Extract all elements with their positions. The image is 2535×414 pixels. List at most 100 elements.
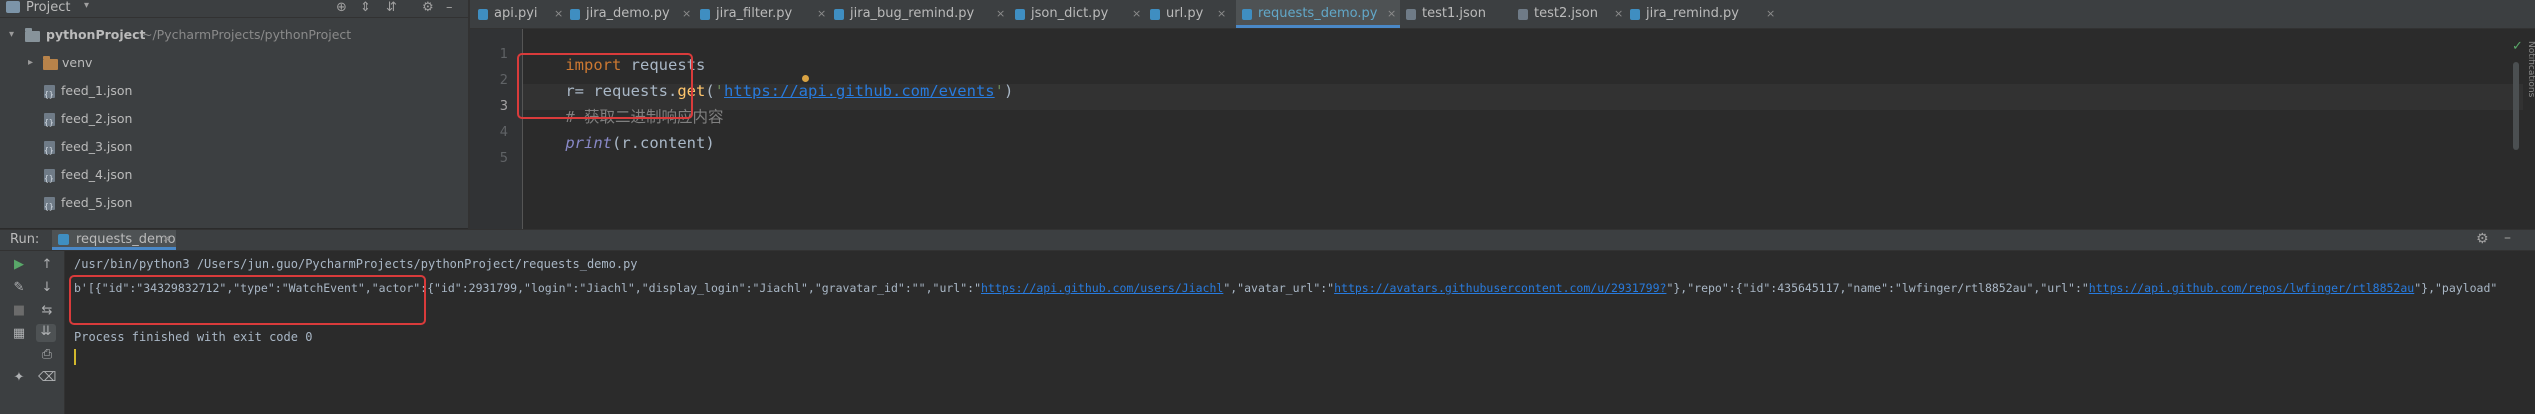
tab-jira-demo[interactable]: jira_demo.py × (570, 0, 696, 28)
tab-jira-remind[interactable]: jira_remind.py × (1630, 0, 1780, 28)
gear-icon[interactable]: ⚙ (2476, 231, 2489, 247)
tree-item-feed-5[interactable]: feed_5.json (0, 192, 468, 218)
python-file-icon (58, 234, 69, 245)
close-icon[interactable]: × (996, 0, 1005, 28)
stop-icon[interactable]: ■ (10, 303, 28, 319)
tree-item-feed-1[interactable]: feed_1.json (0, 80, 468, 106)
expand-icon[interactable]: ⇵ (386, 0, 397, 15)
tab-label: requests_demo.py (1258, 6, 1378, 21)
notifications-label[interactable]: Notifications (2522, 41, 2535, 97)
tab-label: url.py (1166, 6, 1204, 21)
json-file-icon (1406, 9, 1416, 20)
editor-tabbar: api.pyi × jira_demo.py × jira_filter.py … (470, 0, 2535, 29)
soft-wrap-icon[interactable]: ⇆ (38, 303, 56, 319)
line-number: 4 (499, 125, 508, 140)
tab-test2-json[interactable]: test2.json × (1518, 0, 1628, 28)
run-toolbar: ▶ ↑ ✎ ↓ ■ ⇆ ▦ ⇊ ⎙ ✦ ⌫ (0, 251, 65, 414)
output-link[interactable]: https://avatars.githubusercontent.com/u/… (1334, 281, 1666, 295)
tab-api-pyi[interactable]: api.pyi × (478, 0, 566, 28)
tree-item-label: feed_3.json (61, 139, 133, 154)
tree-item-feed-4[interactable]: feed_4.json (0, 164, 468, 190)
chevron-right-icon[interactable]: ▸ (28, 52, 33, 74)
output-link[interactable]: https://api.github.com/repos/lwfinger/rt… (2089, 281, 2414, 295)
folder-icon (25, 28, 40, 42)
minimize-icon[interactable]: – (2504, 230, 2511, 246)
tab-label: jira_remind.py (1646, 6, 1739, 21)
json-file-icon (44, 140, 55, 162)
run-header: Run: requests_demo × ⚙ – (0, 230, 2535, 251)
code-text: (r.content) (612, 134, 715, 152)
code-line-1[interactable]: import requests (528, 26, 705, 74)
output-text: "},"repo":{"id":435645117,"name":"lwfing… (1666, 281, 2089, 295)
url-link[interactable]: https://api.github.com/events (724, 82, 995, 100)
tree-item-venv[interactable]: ▸ venv (0, 52, 468, 74)
project-panel: Project ▾ ⊕ ⇕ ⇵ ⚙ – ▾ pythonProject ~/Py… (0, 0, 468, 228)
close-icon[interactable]: × (554, 0, 563, 28)
tree-item-label: feed_2.json (61, 111, 133, 126)
code-editor[interactable]: 1 2 3 4 5 import requests r= requests.ge… (470, 29, 2523, 229)
tab-test1-json[interactable]: test1.json (1406, 0, 1512, 28)
line-number: 3 (499, 99, 508, 114)
close-icon[interactable]: × (1766, 0, 1775, 28)
line-number: 2 (499, 73, 508, 88)
close-icon[interactable]: × (1387, 0, 1396, 28)
pin-icon[interactable]: ✦ (10, 370, 28, 386)
wrench-icon[interactable]: ✎ (10, 280, 28, 296)
line-number: 5 (499, 151, 508, 166)
close-icon[interactable]: × (1217, 0, 1226, 28)
run-tab[interactable]: requests_demo × (52, 230, 176, 250)
chevron-down-icon[interactable]: ▾ (9, 24, 14, 46)
down-arrow-icon[interactable]: ↓ (38, 280, 56, 296)
tab-url[interactable]: url.py × (1150, 0, 1230, 28)
python-file-icon (1150, 9, 1160, 20)
print-icon[interactable]: ⎙ (38, 347, 56, 363)
warning-bulb-icon[interactable] (802, 75, 809, 82)
line-number: 1 (499, 47, 508, 62)
trash-icon[interactable]: ⌫ (38, 370, 56, 386)
scroll-to-end-icon[interactable]: ⇊ (36, 324, 56, 342)
tree-item-feed-3[interactable]: feed_3.json (0, 136, 468, 162)
tab-json-dict[interactable]: json_dict.py × (1015, 0, 1145, 28)
tab-label: jira_filter.py (716, 6, 793, 21)
gear-icon[interactable]: ⚙ (422, 0, 434, 15)
output-text: ","avatar_url":" (1223, 281, 1335, 295)
json-file-icon (44, 84, 55, 106)
tab-jira-filter[interactable]: jira_filter.py × (700, 0, 830, 28)
output-link[interactable]: https://api.github.com/users/Jiachl (981, 281, 1223, 295)
close-icon[interactable]: × (682, 0, 691, 28)
project-title[interactable]: Project (26, 0, 70, 15)
tab-requests-demo[interactable]: requests_demo.py × (1236, 0, 1400, 28)
exit-message: Process finished with exit code 0 (74, 330, 313, 344)
run-command: /usr/bin/python3 /Users/jun.guo/PycharmP… (74, 257, 638, 271)
json-file-icon (44, 168, 55, 190)
line-gutter[interactable]: 1 2 3 4 5 (470, 29, 522, 229)
python-file-icon (700, 9, 710, 20)
up-arrow-icon[interactable]: ↑ (38, 257, 56, 273)
close-icon[interactable]: × (162, 232, 171, 245)
globe-icon[interactable]: ⊕ (336, 0, 347, 15)
close-icon[interactable]: × (1132, 0, 1141, 28)
run-output-line[interactable]: b'[{"id":"34329832712","type":"WatchEven… (74, 281, 2497, 295)
close-icon[interactable]: × (1614, 0, 1623, 28)
python-file-icon (478, 9, 488, 20)
tree-item-label: feed_1.json (61, 83, 133, 98)
close-icon[interactable]: × (817, 0, 826, 28)
scrollbar-thumb[interactable] (2513, 62, 2519, 150)
text-caret (74, 349, 76, 365)
right-gutter: Notifications (2524, 29, 2535, 229)
restore-layout-icon[interactable]: ▦ (10, 326, 28, 342)
json-file-icon (44, 196, 55, 218)
rerun-icon[interactable]: ▶ (10, 257, 28, 273)
minimize-icon[interactable]: – (446, 0, 453, 15)
tree-root[interactable]: ▾ pythonProject ~/PycharmProjects/python… (0, 24, 468, 46)
tab-jira-bug-remind[interactable]: jira_bug_remind.py × (834, 0, 1010, 28)
collapse-icon[interactable]: ⇕ (360, 0, 371, 15)
python-file-icon (1630, 9, 1640, 20)
code-text: ) (1003, 82, 1014, 100)
chevron-down-icon[interactable]: ▾ (84, 0, 89, 11)
tree-item-feed-2[interactable]: feed_2.json (0, 108, 468, 134)
python-file-icon (1242, 9, 1252, 20)
run-label: Run: (10, 232, 40, 247)
builtin-function: print (565, 134, 612, 152)
output-text: "},"payload" (2414, 281, 2498, 295)
